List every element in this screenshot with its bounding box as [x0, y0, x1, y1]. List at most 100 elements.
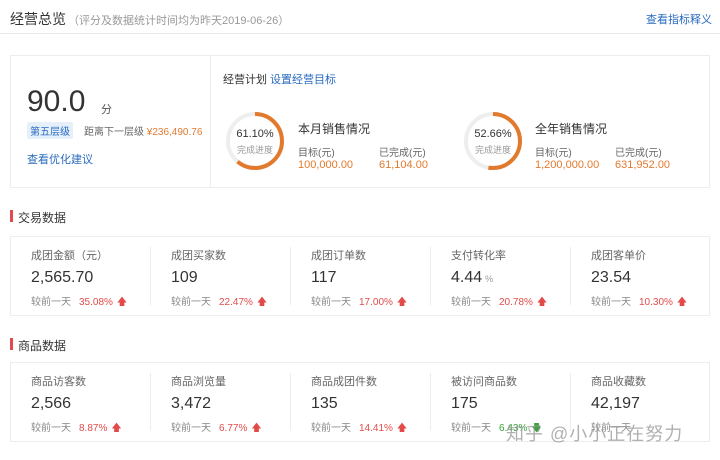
- goods-metric-card[interactable]: 商品访客数 2,566 较前一天 8.87% 🡅: [11, 363, 151, 441]
- monthly-done-label: 已完成(元): [379, 148, 426, 159]
- goods-metric-card[interactable]: 商品浏览量 3,472 较前一天 6.77% 🡅: [151, 363, 291, 441]
- change-percent: 14.41%: [359, 423, 393, 434]
- compare-label: 较前一天: [31, 423, 71, 434]
- metric-label: 成团订单数: [311, 250, 366, 262]
- monthly-percent: 61.10%: [236, 128, 274, 140]
- metric-value: 2,565.70: [31, 269, 96, 287]
- arrow-up-icon: 🡅: [396, 297, 408, 308]
- metric-unit: %: [485, 274, 494, 284]
- yearly-sales-title: 全年销售情况: [535, 122, 608, 136]
- metric-label: 支付转化率: [451, 250, 506, 262]
- metric-number: 42,197: [591, 395, 640, 412]
- yearly-percent: 52.66%: [474, 128, 512, 140]
- monthly-target-label: 目标(元): [298, 148, 335, 159]
- metric-definition-link[interactable]: 查看指标释义: [646, 11, 712, 27]
- metric-compare: 较前一天 35.08% 🡅: [31, 293, 127, 312]
- metric-value: 3,472: [171, 395, 214, 413]
- metric-value: 135: [311, 395, 341, 413]
- metric-compare: 较前一天 14.41% 🡅: [311, 419, 407, 438]
- metric-compare: 较前一天 8.87% 🡅: [31, 419, 122, 438]
- metric-number: 2,565.70: [31, 269, 94, 286]
- arrow-up-icon: 🡅: [116, 297, 128, 308]
- change-percent: 20.78%: [499, 297, 533, 308]
- metric-number: 175: [451, 395, 478, 412]
- change-percent: 6.77%: [219, 423, 248, 434]
- monthly-target-value: 100,000.00: [298, 159, 354, 171]
- metric-compare: 较前一天 6.77% 🡅: [171, 419, 262, 438]
- section-marker: [10, 210, 13, 222]
- metric-number: 117: [311, 269, 337, 286]
- arrow-up-icon: 🡅: [676, 297, 688, 308]
- trade-metric-card[interactable]: 成团金额（元） 2,565.70 较前一天 35.08% 🡅: [11, 237, 151, 315]
- metric-number: 3,472: [171, 395, 212, 412]
- metric-value: 2,566: [31, 395, 74, 413]
- metric-number: 4.44: [451, 269, 483, 286]
- metric-label: 商品收藏数: [591, 376, 646, 388]
- page-title: 经营总览 （评分及数据统计时间均为昨天2019-06-26）: [10, 9, 289, 29]
- next-level-label: 距离下一层级: [84, 127, 144, 138]
- compare-label: 较前一天: [171, 297, 211, 308]
- arrow-up-icon: 🡅: [536, 297, 548, 308]
- compare-label: 较前一天: [451, 423, 491, 434]
- next-level-amount: ¥236,490.76: [146, 127, 203, 138]
- monthly-progress-ring: 61.10% 完成进度: [225, 111, 285, 171]
- metric-compare: 较前一天 17.00% 🡅: [311, 293, 407, 312]
- metric-number: 2,566: [31, 395, 72, 412]
- change-percent: 35.08%: [79, 297, 113, 308]
- metric-number: 135: [311, 395, 338, 412]
- score-value: 90.0: [27, 85, 86, 118]
- optimize-suggestion-link[interactable]: 查看优化建议: [27, 151, 93, 167]
- monthly-ring-graphic: [226, 112, 284, 170]
- compare-label: 较前一天: [171, 423, 211, 434]
- compare-label: 较前一天: [311, 423, 351, 434]
- arrow-up-icon: 🡅: [396, 423, 408, 434]
- trade-metric-card[interactable]: 支付转化率 4.44% 较前一天 20.78% 🡅: [431, 237, 571, 315]
- trade-metrics-panel: 成团金额（元） 2,565.70 较前一天 35.08% 🡅 成团买家数 109 较…: [10, 236, 710, 316]
- change-percent: 17.00%: [359, 297, 393, 308]
- arrow-up-icon: 🡅: [251, 423, 262, 434]
- metric-label: 被访问商品数: [451, 376, 517, 388]
- monthly-done-value: 61,104.00: [379, 159, 428, 171]
- monthly-sales-title: 本月销售情况: [298, 122, 371, 136]
- change-percent: 10.30%: [639, 297, 673, 308]
- yearly-done-label: 已完成(元): [615, 148, 662, 159]
- change-percent: 22.47%: [219, 297, 253, 308]
- metric-value: 4.44%: [451, 269, 493, 287]
- score-panel: 90.0 分 第五层级 距离下一层级 ¥236,490.76 查看优化建议: [11, 56, 211, 187]
- metric-number: 23.54: [591, 269, 632, 286]
- goods-metric-card[interactable]: 商品成团件数 135 较前一天 14.41% 🡅: [291, 363, 431, 441]
- watermark-text: 知乎 @小小正在努力: [506, 424, 684, 444]
- metric-compare: 较前一天 10.30% 🡅: [591, 293, 687, 312]
- metric-value: 117: [311, 269, 340, 287]
- yearly-progress-ring: 52.66% 完成进度: [463, 111, 523, 171]
- change-percent: 8.87%: [79, 423, 108, 434]
- metric-label: 商品成团件数: [311, 376, 377, 388]
- metric-label: 成团金额（元）: [31, 250, 108, 262]
- yearly-done-value: 631,952.00: [615, 159, 671, 171]
- yearly-target-label: 目标(元): [535, 148, 572, 159]
- metric-value: 23.54: [591, 269, 634, 287]
- trade-metric-card[interactable]: 成团订单数 117 较前一天 17.00% 🡅: [291, 237, 431, 315]
- trade-metric-card[interactable]: 成团买家数 109 较前一天 22.47% 🡅: [151, 237, 291, 315]
- compare-label: 较前一天: [591, 297, 631, 308]
- score-unit: 分: [101, 104, 112, 116]
- page-subtitle: （评分及数据统计时间均为昨天2019-06-26）: [68, 15, 290, 27]
- yearly-target-value: 1,200,000.00: [535, 159, 600, 171]
- metric-compare: 较前一天 20.78% 🡅: [451, 293, 547, 312]
- goods-section-title: 商品数据: [18, 339, 67, 353]
- compare-label: 较前一天: [31, 297, 71, 308]
- metric-value: 109: [171, 269, 201, 287]
- monthly-progress-label: 完成进度: [236, 145, 273, 155]
- next-level-info: 距离下一层级 ¥236,490.76: [84, 123, 202, 138]
- compare-label: 较前一天: [311, 297, 351, 308]
- page-title-text: 经营总览: [10, 11, 66, 27]
- compare-label: 较前一天: [451, 297, 491, 308]
- set-goal-link[interactable]: 设置经营目标: [270, 71, 336, 87]
- trade-metric-card[interactable]: 成团客单价 23.54 较前一天 10.30% 🡅: [571, 237, 711, 315]
- yearly-ring-graphic: [464, 112, 522, 170]
- metric-label: 成团客单价: [591, 250, 646, 262]
- section-marker: [10, 338, 13, 350]
- yearly-progress-label: 完成进度: [474, 145, 511, 155]
- metric-label: 成团买家数: [171, 250, 226, 262]
- arrow-up-icon: 🡅: [111, 423, 122, 434]
